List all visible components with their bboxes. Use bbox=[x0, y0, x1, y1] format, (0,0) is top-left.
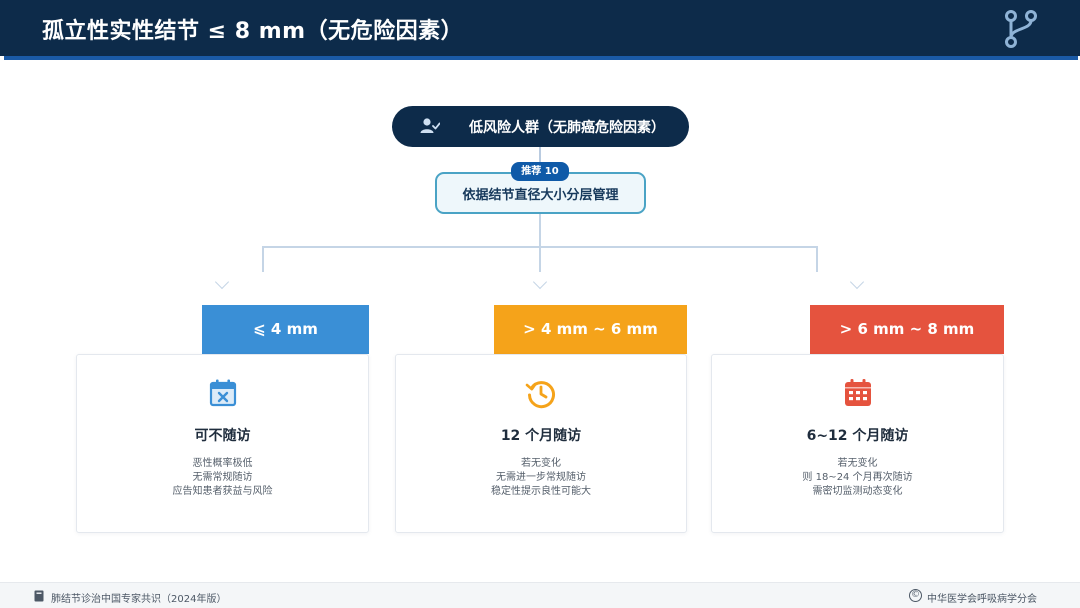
chevron-down-icon bbox=[849, 274, 865, 290]
low-risk-population-node: 低风险人群（无肺癌危险因素） bbox=[392, 106, 689, 147]
calendar-x-icon bbox=[209, 379, 237, 407]
header-accent-line bbox=[4, 56, 1078, 60]
card-text-line: 则 18~24 个月再次随访 bbox=[802, 472, 913, 483]
title-bar: 孤立性实性结节 ≤ 8 mm（无危险因素） bbox=[0, 0, 1080, 56]
card-text-line: 若无变化 bbox=[837, 458, 878, 469]
category-card-le-4mm: 可不随访 恶性概率极低 无需常规随访 应告知患者获益与风险 bbox=[76, 354, 369, 533]
book-icon bbox=[34, 590, 44, 602]
card-title: 12 个月随访 bbox=[500, 428, 582, 444]
connector-line bbox=[262, 246, 264, 272]
connector-line bbox=[539, 214, 541, 247]
card-text-line: 无需常规随访 bbox=[192, 472, 253, 483]
category-card-4-6mm: 12 个月随访 若无变化 无需进一步常规随访 稳定性提示良性可能大 bbox=[395, 354, 687, 533]
calendar-grid-icon bbox=[845, 379, 871, 406]
category-card-6-8mm: 6~12 个月随访 若无变化 则 18~24 个月再次随访 需密切监测动态变化 bbox=[711, 354, 1004, 533]
chevron-down-icon bbox=[214, 274, 230, 290]
page-title: 孤立性实性结节 ≤ 8 mm（无危险因素） bbox=[42, 19, 464, 44]
card-text-line: 恶性概率极低 bbox=[192, 458, 253, 469]
card-text-line: 应告知患者获益与风险 bbox=[172, 486, 273, 497]
connector-line bbox=[816, 246, 818, 272]
category-header-6-8mm: > 6 mm ~ 8 mm bbox=[810, 305, 1004, 354]
branch-icon bbox=[1005, 10, 1037, 48]
category-header-4-6mm: > 4 mm ~ 6 mm bbox=[494, 305, 687, 354]
card-text-line: 稳定性提示良性可能大 bbox=[491, 486, 591, 497]
stratified-management-label: 依据结节直径大小分层管理 bbox=[462, 188, 619, 203]
chevron-down-icon bbox=[532, 274, 548, 290]
connector-line bbox=[539, 246, 541, 272]
card-title: 可不随访 bbox=[194, 428, 251, 444]
card-text-line: 需密切监测动态变化 bbox=[812, 486, 903, 497]
card-text-line: 无需进一步常规随访 bbox=[496, 472, 586, 483]
card-title: 6~12 个月随访 bbox=[806, 428, 909, 444]
category-header-le-4mm: ⩽ 4 mm bbox=[202, 305, 369, 354]
user-check-icon bbox=[420, 118, 440, 133]
source-citation: 肺结节诊治中国专家共识（2024年版） bbox=[51, 594, 227, 605]
recommendation-badge: 推荐 10 bbox=[511, 162, 569, 181]
history-clock-icon bbox=[525, 381, 555, 409]
publisher-name: 中华医学会呼吸病学分会 bbox=[927, 594, 1037, 605]
footer: 肺结节诊治中国专家共识（2024年版） © 中华医学会呼吸病学分会 bbox=[0, 582, 1080, 608]
card-text-line: 若无变化 bbox=[521, 458, 561, 469]
low-risk-population-label: 低风险人群（无肺癌危险因素） bbox=[469, 120, 665, 136]
copyright-icon: © bbox=[909, 589, 922, 602]
